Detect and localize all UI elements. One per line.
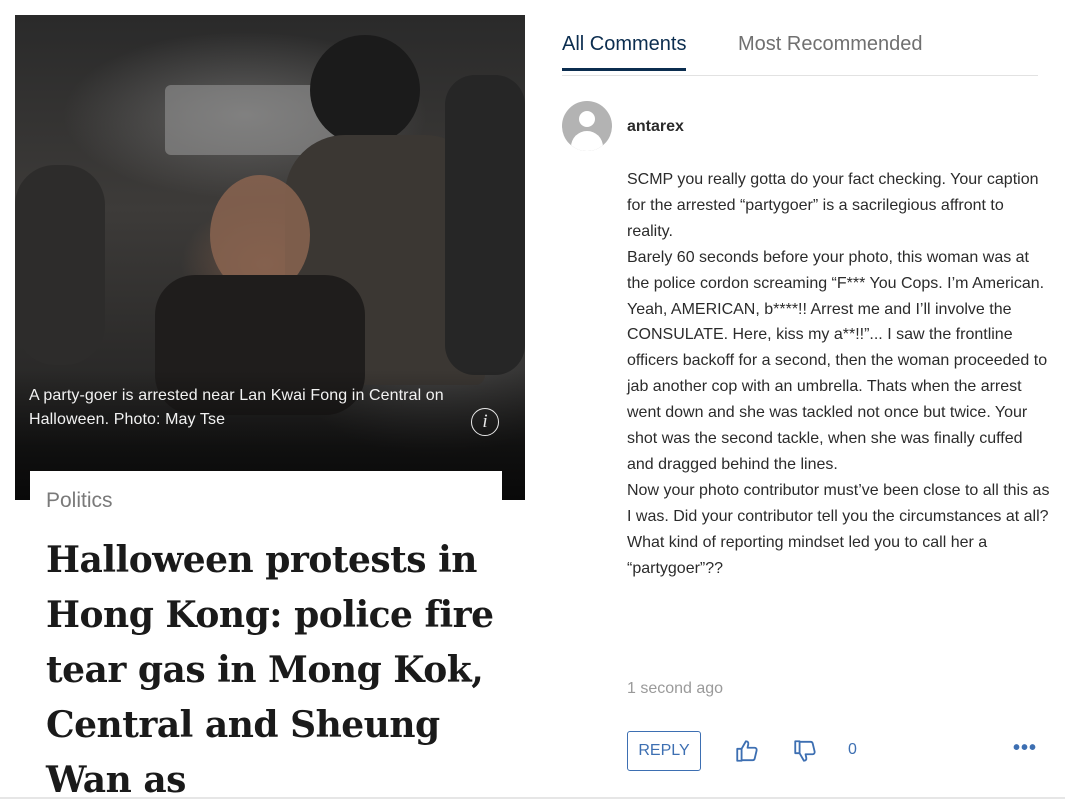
photo-right-figure-shape [445, 75, 525, 375]
user-avatar-icon[interactable] [562, 101, 612, 151]
comment-body: SCMP you really gotta do your fact check… [627, 167, 1052, 582]
comment-username[interactable]: antarex [627, 118, 684, 136]
vote-count: 0 [848, 741, 857, 758]
comment-paragraph: Now your photo contributor must’ve been … [627, 481, 1050, 577]
comment-timestamp: 1 second ago [627, 680, 724, 697]
more-options-icon[interactable]: ••• [1013, 737, 1037, 760]
info-icon[interactable]: i [471, 408, 499, 436]
photo-caption: A party-goer is arrested near Lan Kwai F… [29, 387, 444, 428]
tab-most-recommended[interactable]: Most Recommended [738, 33, 923, 68]
photo-helmet-shape [310, 35, 420, 145]
article-photo[interactable]: A party-goer is arrested near Lan Kwai F… [15, 15, 525, 500]
photo-left-figure-shape [15, 165, 105, 365]
article-card: Politics Halloween protests in Hong Kong… [30, 471, 502, 799]
comment-paragraph: SCMP you really gotta do your fact check… [627, 171, 1039, 240]
section-label[interactable]: Politics [46, 489, 113, 513]
comment-tabs: All Comments Most Recommended [562, 33, 1038, 76]
thumbs-up-icon[interactable] [734, 738, 760, 764]
article-panel: A party-goer is arrested near Lan Kwai F… [15, 15, 525, 799]
comment-paragraph: Barely 60 seconds before your photo, thi… [627, 248, 1048, 473]
thumbs-down-icon[interactable] [792, 738, 818, 764]
reply-button[interactable]: REPLY [627, 731, 701, 771]
tab-all-comments[interactable]: All Comments [562, 33, 687, 71]
article-headline[interactable]: Halloween protests in Hong Kong: police … [46, 533, 496, 799]
